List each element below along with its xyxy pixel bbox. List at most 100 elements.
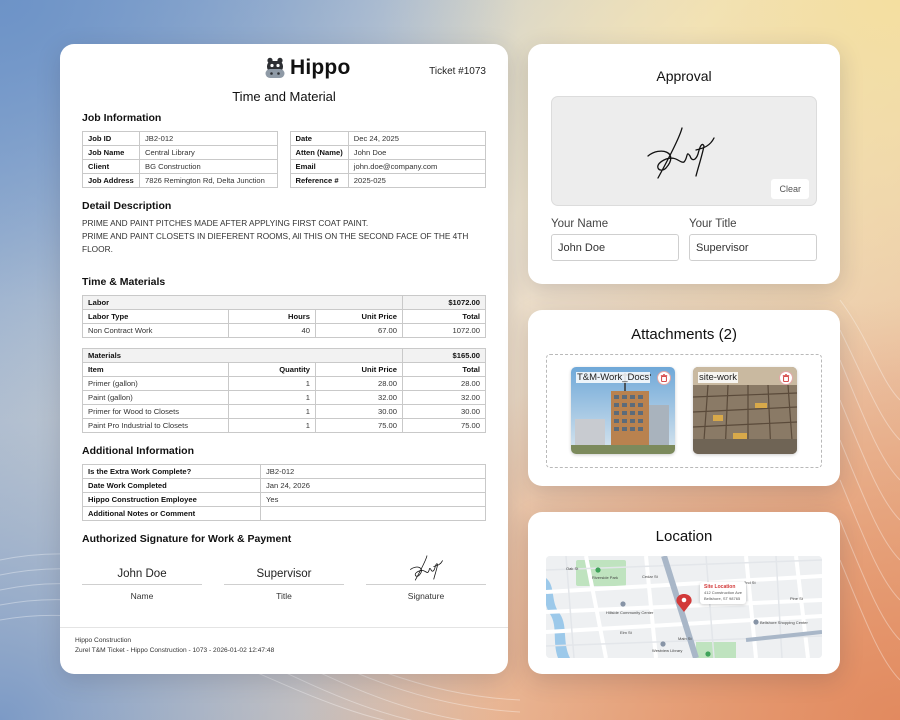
- table-cell: 40: [228, 323, 316, 338]
- map-label-elm: Elm St: [620, 630, 632, 635]
- attachment-name: site-work: [698, 372, 739, 383]
- table-row: Labor $1072.00: [82, 295, 486, 310]
- attachments-drop-zone[interactable]: T&M-Work_Docs site-work: [546, 354, 822, 468]
- reference-key: Reference #: [289, 173, 349, 188]
- table-cell: 75.00: [315, 418, 403, 433]
- date-value: Dec 24, 2025: [347, 131, 487, 146]
- table-row: Client BG Construction: [82, 159, 278, 174]
- table-cell: 32.00: [315, 390, 403, 405]
- clear-signature-button[interactable]: Clear: [771, 179, 809, 199]
- map-label-community: Hillside Community Center: [606, 610, 654, 615]
- table-row: Date Dec 24, 2025: [289, 131, 487, 146]
- signature-image: [366, 555, 486, 585]
- name-column: John Doe Name: [82, 559, 202, 601]
- signature-label: Signature: [407, 591, 445, 601]
- table-cell: Primer for Wood to Closets: [82, 404, 229, 419]
- map-label-pine: Pine St: [790, 596, 803, 601]
- detail-line: FLOOR.: [82, 244, 113, 254]
- table-row: Is the Extra Work Complete? JB2-012: [82, 464, 486, 479]
- trash-icon: [660, 374, 668, 382]
- your-title-field: Your Title: [689, 218, 817, 261]
- column-header: Hours: [228, 309, 316, 324]
- delete-attachment-button[interactable]: [779, 371, 793, 385]
- table-row: Additional Notes or Comment: [82, 506, 486, 521]
- table-cell: 30.00: [402, 404, 486, 419]
- ticket-number: Ticket #1073: [429, 66, 486, 77]
- your-title-input[interactable]: [689, 234, 817, 261]
- labor-table: Labor $1072.00 Labor Type Hours Unit Pri…: [82, 295, 486, 338]
- table-cell: Non Contract Work: [82, 323, 229, 338]
- materials-total: $165.00: [402, 348, 486, 363]
- table-cell: 1: [228, 404, 316, 419]
- map-label-main: Main St: [678, 636, 692, 641]
- handwritten-signature: [647, 127, 715, 179]
- trash-icon: [782, 374, 790, 382]
- column-header: Total: [402, 362, 486, 377]
- table-cell: 28.00: [402, 376, 486, 391]
- column-header: Total: [402, 309, 486, 324]
- table-cell: Additional Notes or Comment: [82, 506, 261, 521]
- table-cell: JB2-012: [260, 464, 486, 479]
- labor-total: $1072.00: [402, 295, 486, 310]
- attachment-item[interactable]: T&M-Work_Docs: [571, 367, 675, 454]
- table-cell: 1: [228, 418, 316, 433]
- table-cell: Date Work Completed: [82, 478, 261, 493]
- table-row: Date Work Completed Jan 24, 2026: [82, 478, 486, 493]
- job-address-value: 7826 Remington Rd, Delta Junction: [139, 173, 278, 188]
- table-cell: Jan 24, 2026: [260, 478, 486, 493]
- table-row: Labor Type Hours Unit Price Total: [82, 309, 486, 324]
- additional-table: Is the Extra Work Complete? JB2-012 Date …: [82, 464, 486, 521]
- table-cell: 32.00: [402, 390, 486, 405]
- table-cell: 1: [228, 376, 316, 391]
- location-card: Location Riverside Park Hillside Communi…: [528, 512, 840, 674]
- table-row: Materials $165.00: [82, 348, 486, 363]
- hippo-logo: Hippo: [264, 56, 350, 80]
- detail-line: PRIME AND PAINT PITCHES MADE AFTER APPLY…: [82, 218, 369, 228]
- atten-value: John Doe: [347, 145, 487, 160]
- map-label-library: Westview Library: [652, 648, 683, 653]
- attachment-name: T&M-Work_Docs: [576, 372, 651, 383]
- job-name-key: Job Name: [82, 145, 140, 160]
- table-cell: Hippo Construction Employee: [82, 492, 261, 507]
- time-materials-heading: Time & Materials: [82, 276, 166, 288]
- table-row: Job ID JB2-012: [82, 131, 278, 146]
- table-row: Job Address 7826 Remington Rd, Delta Junc…: [82, 173, 278, 188]
- signature-heading: Authorized Signature for Work & Payment: [82, 533, 292, 545]
- signature-pad[interactable]: Clear: [551, 96, 817, 206]
- table-row: Primer for Wood to Closets 1 30.00 30.00: [82, 404, 486, 419]
- name-value: John Doe: [82, 559, 202, 585]
- attachment-item[interactable]: site-work: [693, 367, 797, 454]
- document-footer: Hippo Construction Zurel T&M Ticket - Hi…: [60, 627, 508, 674]
- map-label-cedar: Cedar St: [642, 574, 658, 579]
- table-row: Hippo Construction Employee Yes: [82, 492, 486, 507]
- table-cell: Paint (gallon): [82, 390, 229, 405]
- location-map[interactable]: Riverside Park Hillside Community Center…: [546, 556, 822, 658]
- column-header: Labor Type: [82, 309, 229, 324]
- signature-column: Signature: [366, 555, 486, 601]
- atten-key: Atten (Name): [289, 145, 349, 160]
- delete-attachment-button[interactable]: [657, 371, 671, 385]
- column-header: Item: [82, 362, 229, 377]
- client-value: BG Construction: [139, 159, 278, 174]
- client-key: Client: [82, 159, 140, 174]
- table-cell: 1: [228, 390, 316, 405]
- your-name-input[interactable]: [551, 234, 679, 261]
- tm-ticket-document: Hippo Ticket #1073 Time and Material Job…: [60, 44, 508, 674]
- table-cell: Yes: [260, 492, 486, 507]
- table-row: Reference #2025-025: [289, 173, 487, 188]
- location-title: Location: [655, 528, 713, 545]
- additional-heading: Additional Information: [82, 445, 194, 457]
- table-row: Paint Pro Industrial to Closets 1 75.00 …: [82, 418, 486, 433]
- footer-company: Hippo Construction: [75, 637, 132, 644]
- approval-title: Approval: [656, 68, 712, 84]
- title-value: Supervisor: [224, 559, 344, 585]
- map-graphic: [546, 556, 822, 658]
- title-label: Title: [276, 591, 292, 601]
- map-label-oak: Oak St: [566, 566, 579, 571]
- table-cell: Primer (gallon): [82, 376, 229, 391]
- detail-description: PRIME AND PAINT PITCHES MADE AFTER APPLY…: [82, 217, 486, 256]
- table-cell: 67.00: [315, 323, 403, 338]
- table-row: Paint (gallon) 1 32.00 32.00: [82, 390, 486, 405]
- table-cell: Paint Pro Industrial to Closets: [82, 418, 229, 433]
- job-address-key: Job Address: [82, 173, 140, 188]
